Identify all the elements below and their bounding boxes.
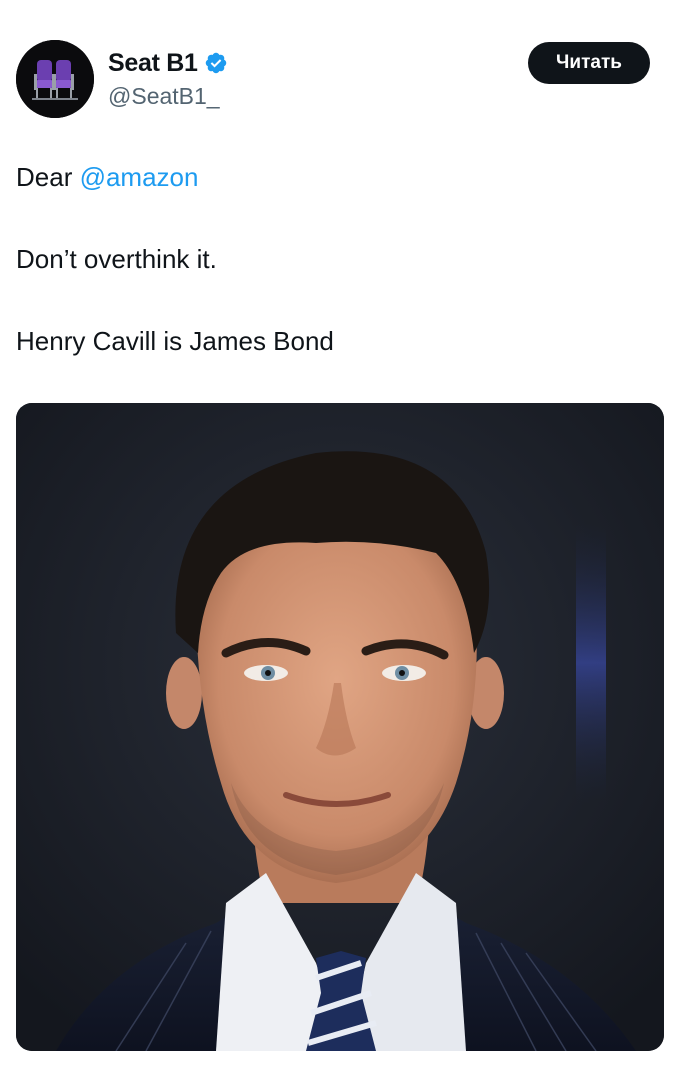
user-handle[interactable]: @SeatB1_	[108, 83, 220, 110]
follow-button[interactable]: Читать	[528, 42, 650, 84]
tweet-line-3: Henry Cavill is James Bond	[16, 326, 334, 356]
display-name[interactable]: Seat B1	[108, 49, 198, 78]
portrait-photo	[16, 403, 664, 1051]
verified-badge-icon	[205, 52, 226, 74]
name-row: Seat B1	[108, 48, 228, 78]
tweet-line-1-prefix: Dear	[16, 162, 80, 192]
tweet-line-2: Don’t overthink it.	[16, 244, 217, 274]
tweet-text: Dear @amazon Don’t overthink it. Henry C…	[16, 160, 656, 406]
cinema-seats-icon	[16, 40, 94, 118]
tweet-photo[interactable]	[16, 403, 664, 1051]
tweet-line-1: Dear @amazon	[16, 160, 656, 194]
mention-link[interactable]: @amazon	[80, 162, 199, 192]
avatar[interactable]	[16, 40, 94, 118]
tweet-header: Seat B1 @SeatB1_ Читать	[0, 0, 680, 130]
